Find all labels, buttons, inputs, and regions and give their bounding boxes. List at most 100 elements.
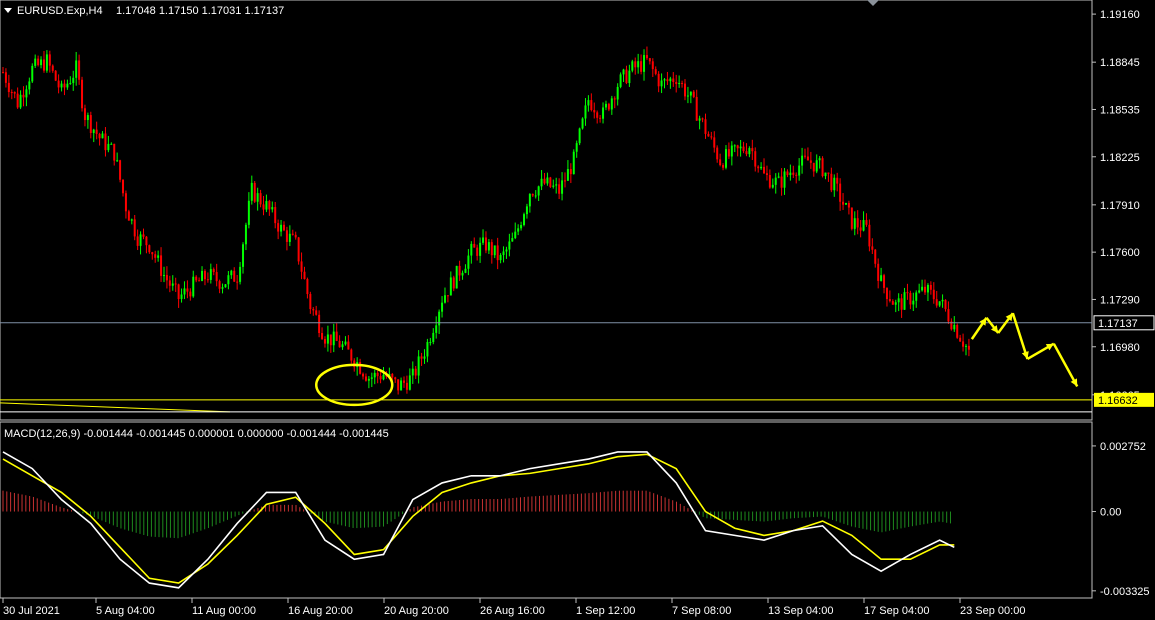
candle-body: [947, 309, 950, 322]
candle-body: [537, 186, 540, 196]
candle-body: [329, 334, 332, 346]
candle-body: [572, 151, 575, 175]
candle-body: [798, 165, 801, 176]
candle-body: [186, 288, 189, 292]
candle-body: [607, 103, 610, 110]
candle-body: [151, 252, 154, 255]
candle-body: [543, 178, 546, 184]
candle-body: [637, 61, 640, 68]
candle-body: [198, 280, 201, 282]
candle-body: [107, 143, 110, 151]
price-tick-label: 1.17910: [1100, 200, 1140, 212]
candle-body: [133, 219, 136, 237]
candle-body: [274, 207, 277, 224]
candle-body: [405, 382, 408, 390]
candle-body: [288, 233, 291, 242]
candle-body: [244, 224, 247, 245]
candle-body: [394, 377, 397, 380]
candle-body: [379, 376, 382, 380]
candle-body: [110, 143, 113, 145]
candle-body: [312, 309, 315, 311]
candle-body: [520, 225, 523, 229]
candle-body: [833, 177, 836, 191]
date-tick-label: 30 Jul 2021: [3, 605, 60, 617]
candle-body: [215, 272, 218, 282]
date-tick-label: 5 Aug 04:00: [96, 605, 155, 617]
price-tick-label: 1.19160: [1100, 9, 1140, 21]
candle-body: [763, 166, 766, 174]
candle-body: [476, 247, 479, 256]
candle-body: [877, 263, 880, 281]
candle-body: [259, 193, 262, 205]
date-axis: 30 Jul 2021 5 Aug 04:00 11 Aug 00:00 16 Aug…: [2, 598, 1025, 617]
candle-body: [449, 277, 452, 296]
candle-body: [722, 165, 725, 168]
date-tick-label: 23 Sep 00:00: [960, 605, 1025, 617]
date-tick-label: 11 Aug 00:00: [192, 605, 256, 617]
candle-body: [842, 201, 845, 205]
candle-body: [382, 374, 385, 380]
candle-body: [777, 176, 780, 178]
candle-body: [701, 118, 704, 120]
candle-body: [856, 218, 859, 228]
candle-body: [411, 368, 414, 376]
candle-body: [613, 98, 616, 100]
candle-body: [180, 294, 183, 300]
candle-body: [423, 356, 426, 359]
candle-body: [42, 59, 45, 71]
candle-body: [771, 184, 774, 188]
candle-body: [435, 325, 438, 333]
candle-body: [549, 177, 552, 187]
candle-body: [417, 356, 420, 376]
candle-body: [502, 251, 505, 256]
candle-body: [663, 79, 666, 81]
candle-body: [602, 107, 605, 119]
candle-body: [883, 275, 886, 288]
candle-body: [686, 95, 689, 97]
candle-body: [83, 108, 86, 121]
candle-body: [403, 380, 406, 383]
candle-body: [695, 96, 698, 121]
candle-body: [754, 151, 757, 167]
date-tick-label: 20 Aug 20:00: [384, 605, 449, 617]
candle-body: [323, 339, 326, 344]
candle-body: [441, 302, 444, 312]
candle-body: [239, 266, 242, 282]
candle-body: [484, 237, 487, 251]
candle-body: [127, 211, 130, 221]
candle-body: [92, 129, 95, 133]
candle-body: [473, 243, 476, 248]
candle-body: [212, 269, 215, 273]
candle-body: [400, 380, 403, 391]
candle-body: [909, 292, 912, 305]
candle-body: [482, 237, 485, 243]
candle-body: [54, 70, 57, 81]
macd-tick-label: 0.002752: [1100, 441, 1146, 453]
candle-body: [839, 183, 842, 202]
candle-body: [836, 177, 839, 184]
candle-body: [546, 177, 549, 184]
candle-body: [921, 286, 924, 291]
candle-body: [408, 375, 411, 390]
candle-body: [195, 276, 198, 281]
candle-body: [528, 194, 531, 207]
candle-body: [426, 342, 429, 357]
symbol-label: EURUSD.Exp,H4: [17, 5, 103, 17]
candle-body: [25, 89, 28, 98]
candle-body: [165, 275, 168, 281]
candle-body: [4, 72, 7, 83]
candle-body: [397, 379, 400, 391]
candle-body: [160, 255, 163, 276]
candle-body: [201, 270, 204, 281]
candle-body: [13, 92, 16, 94]
price-tick-label: 1.18845: [1100, 57, 1140, 69]
candle-body: [139, 234, 142, 246]
trading-chart[interactable]: EURUSD.Exp,H4 1.17048 1.17150 1.17031 1.…: [0, 0, 1155, 620]
candle-body: [28, 81, 31, 90]
candle-body: [672, 78, 675, 82]
candle-body: [297, 237, 300, 262]
candle-body: [277, 223, 280, 232]
candle-body: [581, 118, 584, 129]
candle-body: [280, 224, 283, 232]
candle-body: [540, 178, 543, 187]
